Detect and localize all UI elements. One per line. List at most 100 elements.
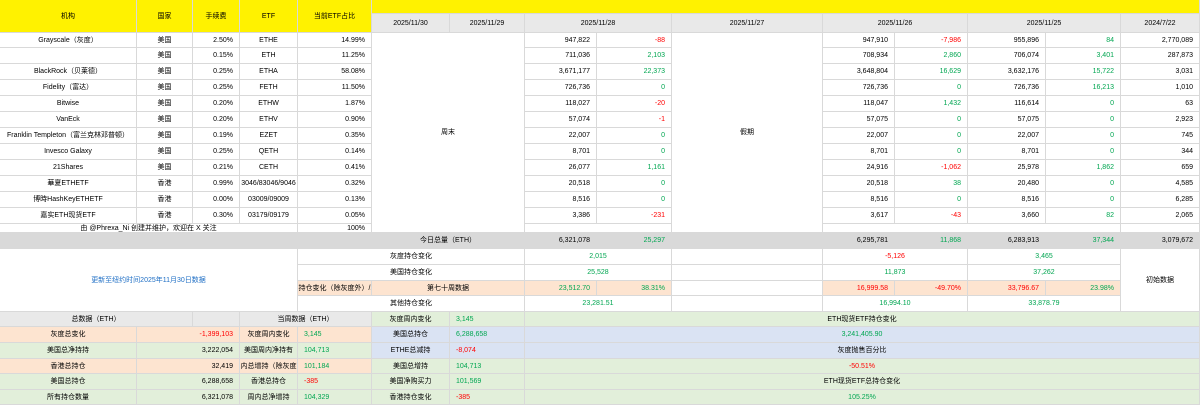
row-etf: ETHW [240, 96, 298, 112]
row-change-1125: 0 [1046, 176, 1121, 192]
row-value-1128: 57,074 [525, 112, 597, 128]
totals-change-1128: 25,297 [597, 233, 672, 249]
row-value-1128: 8,701 [525, 144, 597, 160]
row-change-1128: -20 [597, 96, 672, 112]
row-etf: 03009/09009 [240, 192, 298, 208]
blank [672, 265, 823, 281]
header-date: 2024/7/22 [1121, 14, 1200, 33]
row-change-1125: 0 [1046, 192, 1121, 208]
row-value-1126: 24,916 [823, 160, 895, 176]
row-value-1128: 26,077 [525, 160, 597, 176]
row-change-1126: 0 [895, 112, 968, 128]
row-value-1128: 20,518 [525, 176, 597, 192]
row-value-1125: 726,736 [968, 80, 1046, 96]
row-country: 香港 [137, 192, 193, 208]
summary-total-label: 所有持仓数量 [0, 390, 137, 405]
row-value-1125: 57,075 [968, 112, 1046, 128]
change-us-1126: 11,873 [823, 265, 968, 281]
row-change-1128: 0 [597, 192, 672, 208]
summary-week-value: -385 [298, 374, 372, 390]
summary-far-cell: 灰度抛售百分比 [525, 343, 1200, 359]
row-fee: 0.99% [193, 176, 240, 192]
summary-weekly-value: 104,713 [450, 359, 525, 374]
initial-data-label: 初始数据 [1121, 249, 1200, 312]
row-country: 美国 [137, 160, 193, 176]
row-value-0722: 6,285 [1121, 192, 1200, 208]
row-change-1128: 0 [597, 128, 672, 144]
row-value-0722: 659 [1121, 160, 1200, 176]
row-value-1125: 20,480 [968, 176, 1046, 192]
row-change-1128: 0 [597, 80, 672, 96]
updated-note: 更新至纽约时间2025年11月30日数据 [0, 249, 298, 312]
row-value-1128: 3,386 [525, 208, 597, 224]
row-etf: CETH [240, 160, 298, 176]
row-institution: BlackRock（贝莱德） [0, 64, 137, 80]
row-institution: 博時HashKeyETHETF [0, 192, 137, 208]
row-institution: 21Shares [0, 160, 137, 176]
row-institution: 華夏ETHETF [0, 176, 137, 192]
totals-label: 今日总量（ETH） [372, 233, 525, 249]
row-value-1126: 3,648,804 [823, 64, 895, 80]
header-etf: ETF [240, 0, 298, 33]
summary-far-cell: ETH现货ETF总持仓变化 [525, 374, 1200, 390]
row-share: 0.32% [298, 176, 372, 192]
change-exgray-pct-1126: -49.70% [895, 281, 968, 296]
header-date: 2025/11/27 [672, 14, 823, 33]
row-fee: 0.20% [193, 96, 240, 112]
row-change-1126: -7,986 [895, 33, 968, 48]
summary-total-value: 3,222,054 [137, 343, 240, 359]
row-country: 美国 [137, 64, 193, 80]
change-us-1125: 37,262 [968, 265, 1121, 281]
header-date: 2025/11/28 [525, 14, 672, 33]
summary-weekly-label: 美国总持仓 [372, 327, 450, 343]
row-value-1125: 706,074 [968, 48, 1046, 64]
row-change-1126: -1,062 [895, 160, 968, 176]
blank [193, 312, 240, 327]
row-fee: 0.30% [193, 208, 240, 224]
summary-far-cell: ETH现货ETF持仓变化 [525, 312, 1200, 327]
header-date: 2025/11/26 [823, 14, 968, 33]
row-share: 0.13% [298, 192, 372, 208]
row-value-1126: 118,047 [823, 96, 895, 112]
summary-far-cell: 3,241,405.90 [525, 327, 1200, 343]
row-institution: VanEck [0, 112, 137, 128]
change-label-us: 美国持仓变化 [298, 265, 525, 281]
row-value-0722: 2,065 [1121, 208, 1200, 224]
summary-week-label: 美国周内净持有 [240, 343, 298, 359]
summary-total-value: -1,399,103 [137, 327, 240, 343]
row-value-1128: 22,007 [525, 128, 597, 144]
row-value-1126: 8,516 [823, 192, 895, 208]
row-value-0722: 2,770,089 [1121, 33, 1200, 48]
totals-1125: 6,283,913 [968, 233, 1046, 249]
row-change-1128: -231 [597, 208, 672, 224]
summary-week-value: 104,329 [298, 390, 372, 405]
summary-weekly-value: -8,074 [450, 343, 525, 359]
change-label-grayscale: 灰度持仓变化 [298, 249, 525, 265]
blank [672, 281, 823, 296]
row-change-1126: 38 [895, 176, 968, 192]
row-fee: 0.25% [193, 80, 240, 96]
row-change-1126: 0 [895, 80, 968, 96]
change-grayscale-1128: 2,015 [525, 249, 672, 265]
row-value-1125: 25,978 [968, 160, 1046, 176]
summary-week-value: 3,145 [298, 327, 372, 343]
row-etf: 3046/83046/9046 [240, 176, 298, 192]
header-fee: 手续费 [193, 0, 240, 33]
row-etf: QETH [240, 144, 298, 160]
row-change-1125: 0 [1046, 128, 1121, 144]
row-etf: FETH [240, 80, 298, 96]
row-fee: 0.21% [193, 160, 240, 176]
row-change-1125: 15,722 [1046, 64, 1121, 80]
change-us-1128: 25,528 [525, 265, 672, 281]
change-other-1128: 23,281.51 [525, 296, 672, 312]
summary-week-value: 101,184 [298, 359, 372, 374]
change-grayscale-1126: -5,126 [823, 249, 968, 265]
row-change-1126: -43 [895, 208, 968, 224]
row-country: 美国 [137, 33, 193, 48]
row-change-1128: 22,373 [597, 64, 672, 80]
row-value-1128: 726,736 [525, 80, 597, 96]
row-value-1128: 3,671,177 [525, 64, 597, 80]
row-share: 0.90% [298, 112, 372, 128]
row-value-1128: 947,822 [525, 33, 597, 48]
week-label: 第七十周数据 [372, 281, 525, 296]
